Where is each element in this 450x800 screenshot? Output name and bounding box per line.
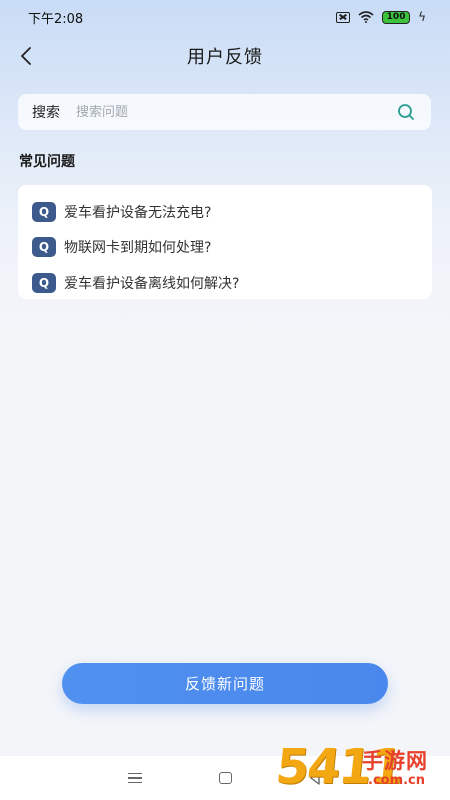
user-feedback-screen: 下午2:08 100 ϟ 用户反馈 搜索 搜索问题 常见问题 Q 爱车看护设备无…: [0, 0, 450, 800]
home-button[interactable]: [210, 763, 240, 793]
faq-item[interactable]: Q 物联网卡到期如何处理?: [32, 230, 418, 266]
home-icon: [218, 772, 232, 784]
question-badge: Q: [32, 272, 56, 293]
back-button[interactable]: [12, 40, 40, 72]
battery-icon: 100: [382, 10, 411, 24]
sim-off-icon: [336, 11, 351, 23]
site-watermark: 5411 手游网 .com.cn: [273, 739, 446, 798]
status-bar: 下午2:08 100 ϟ: [0, 0, 450, 34]
menu-icon: [128, 772, 142, 784]
question-badge: Q: [32, 237, 56, 258]
faq-item[interactable]: Q 爱车看护设备无法充电?: [32, 194, 418, 230]
search-bar: 搜索: [18, 94, 431, 130]
charging-icon: ϟ: [418, 10, 426, 24]
watermark-text: 手游网: [362, 749, 428, 773]
faq-item-text: 物联网卡到期如何处理?: [64, 240, 212, 257]
page-title: 用户反馈: [187, 47, 263, 68]
recent-apps-button[interactable]: [120, 763, 150, 793]
status-time: 下午2:08: [28, 11, 84, 27]
search-label: 搜索: [32, 105, 60, 121]
faq-item-text: 爱车看护设备无法充电?: [64, 204, 212, 221]
header: 用户反馈: [0, 34, 450, 78]
watermark-domain: .com.cn: [368, 773, 426, 788]
faq-section-title: 常见问题: [19, 154, 75, 170]
wifi-icon: [358, 11, 374, 23]
chevron-left-icon: [21, 47, 31, 65]
search-button[interactable]: [395, 101, 417, 123]
status-icons: 100 ϟ: [336, 10, 426, 24]
faq-item-text: 爱车看护设备离线如何解决?: [64, 275, 240, 292]
search-input[interactable]: [76, 104, 395, 120]
search-icon: [398, 104, 414, 120]
question-badge: Q: [32, 201, 56, 222]
faq-card: Q 爱车看护设备无法充电? Q 物联网卡到期如何处理? Q 爱车看护设备离线如何…: [18, 185, 432, 299]
faq-item[interactable]: Q 爱车看护设备离线如何解决?: [32, 265, 418, 301]
new-feedback-button[interactable]: 反馈新问题: [62, 663, 388, 704]
